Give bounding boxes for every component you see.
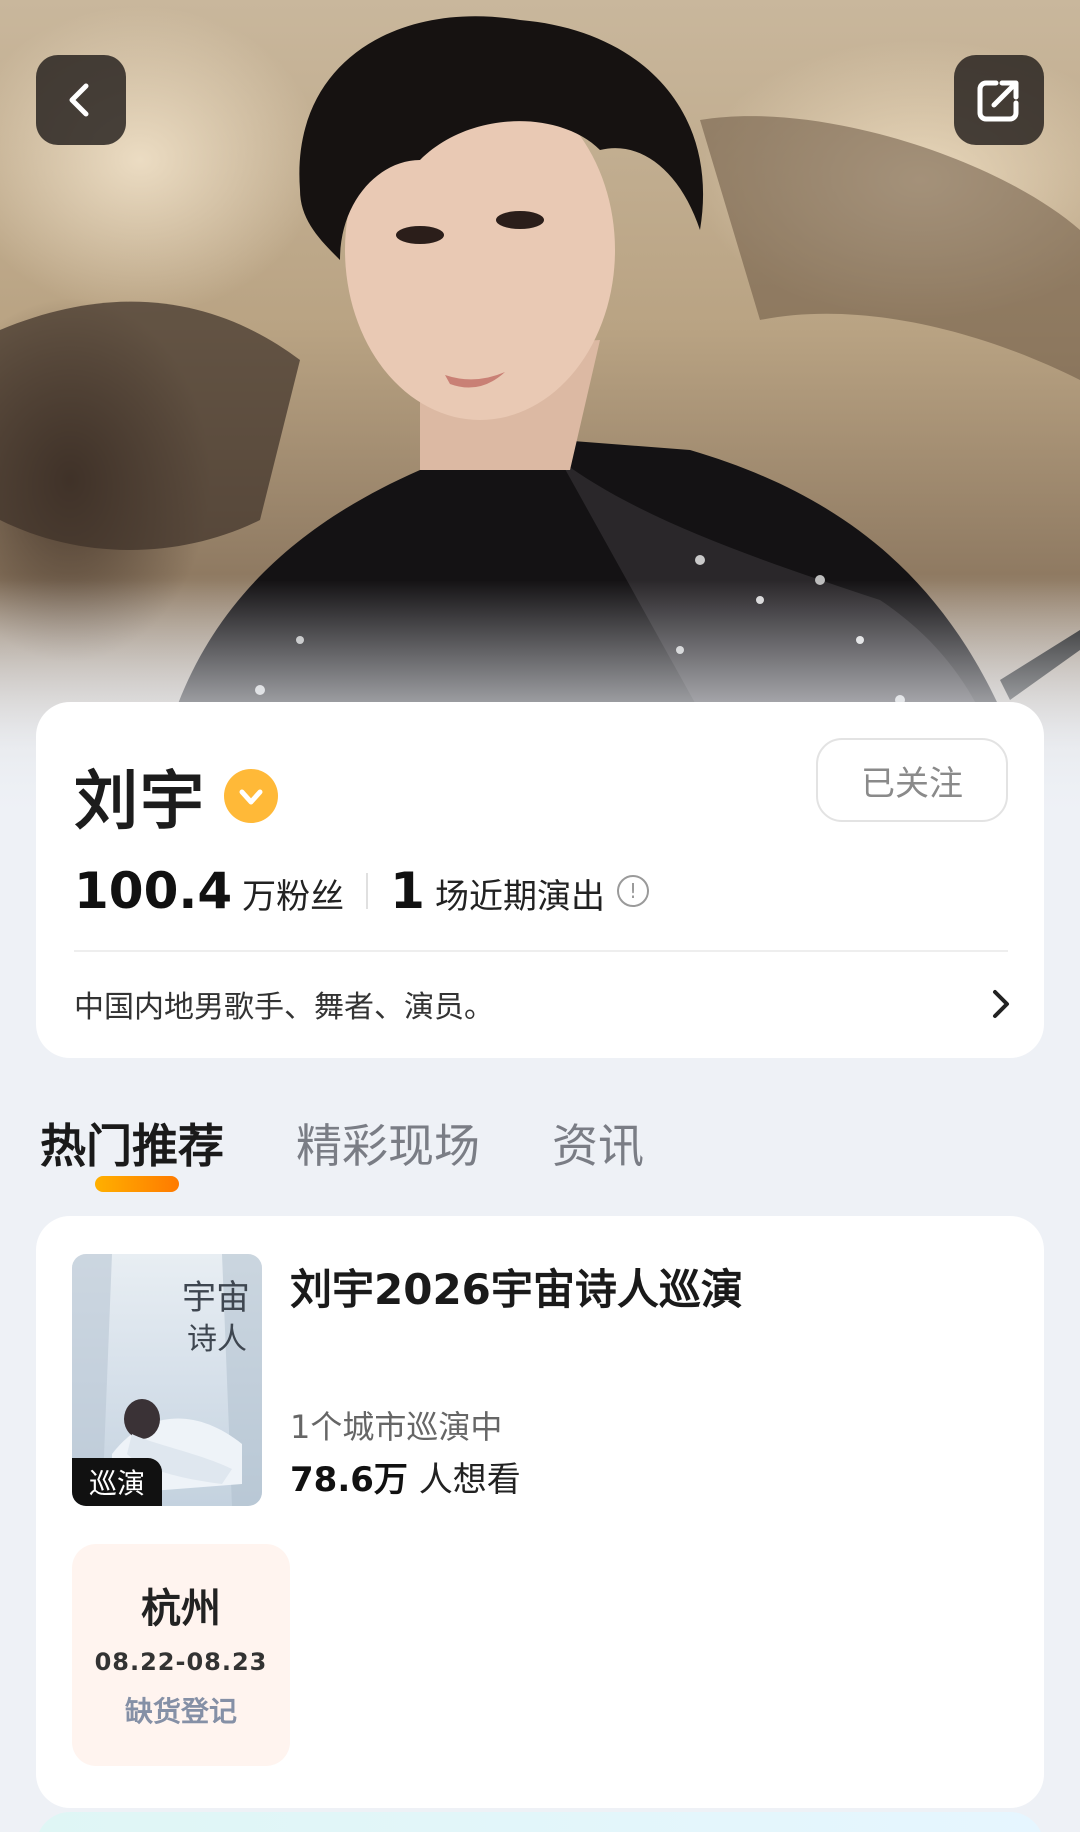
stats-divider [366,873,369,909]
stats-row: 100.4 万粉丝 1 场近期演出 ! [74,862,649,920]
shows-count: 1 [390,862,425,920]
artist-bio: 中国内地男歌手、舞者、演员。 [74,990,494,1025]
share-button[interactable] [954,55,1044,145]
tab-label: 热门推荐 [40,1119,224,1173]
shows-label: 场近期演出 [434,877,605,917]
tour-city-item[interactable]: 杭州 08.22-08.23 缺货登记 [72,1544,290,1766]
tour-city-count: 1个城市巡演中 [290,1408,503,1446]
fans-label: 万粉丝 [242,877,345,917]
tab-live-highlights[interactable]: 精彩现场 [296,1110,480,1180]
tour-poster[interactable]: 宇宙 诗人 巡演 [72,1254,262,1506]
tab-label: 精彩现场 [296,1119,480,1173]
card-divider [74,950,1008,952]
tab-hot-recommend[interactable]: 热门推荐 [40,1110,224,1192]
fans-count: 100.4 [74,862,233,920]
tour-title[interactable]: 刘宇2026宇宙诗人巡演 [290,1256,743,1317]
chevron-left-icon [69,83,89,117]
artist-hero-photo [0,0,1080,820]
bio-row[interactable]: 中国内地男歌手、舞者、演员。 [74,982,1014,1026]
want-value: 78.6万 [290,1460,408,1500]
city-dates: 08.22-08.23 [94,1648,268,1676]
info-icon[interactable]: ! [616,875,649,907]
artist-profile-card: 刘宇 已关注 100.4 万粉丝 1 场近期演出 ! 中国内地男歌手、舞者、演员… [36,702,1044,1058]
svg-text:诗人: 诗人 [187,1322,247,1357]
artist-name: 刘宇 [74,765,206,839]
tour-card[interactable]: 宇宙 诗人 巡演 刘宇2026宇宙诗人巡演 1个城市巡演中 78.6万 人想看 … [36,1216,1044,1808]
tab-news[interactable]: 资讯 [552,1110,644,1180]
next-card-peek [36,1812,1044,1832]
active-tab-indicator [95,1176,179,1192]
city-name: 杭州 [141,1586,221,1632]
tour-tag: 巡演 [72,1458,162,1506]
city-status: 缺货登记 [124,1695,237,1728]
content-tabs: 热门推荐 精彩现场 资讯 [40,1110,716,1192]
back-button[interactable] [36,55,126,145]
share-icon [977,80,1019,122]
verified-badge-icon [224,769,278,823]
tour-want-count: 78.6万 人想看 [290,1452,521,1501]
svg-text:宇宙: 宇宙 [182,1278,250,1318]
chevron-right-icon [993,990,1009,1018]
tab-label: 资讯 [552,1119,644,1173]
want-label: 人想看 [418,1460,521,1500]
follow-button[interactable]: 已关注 [816,738,1008,822]
